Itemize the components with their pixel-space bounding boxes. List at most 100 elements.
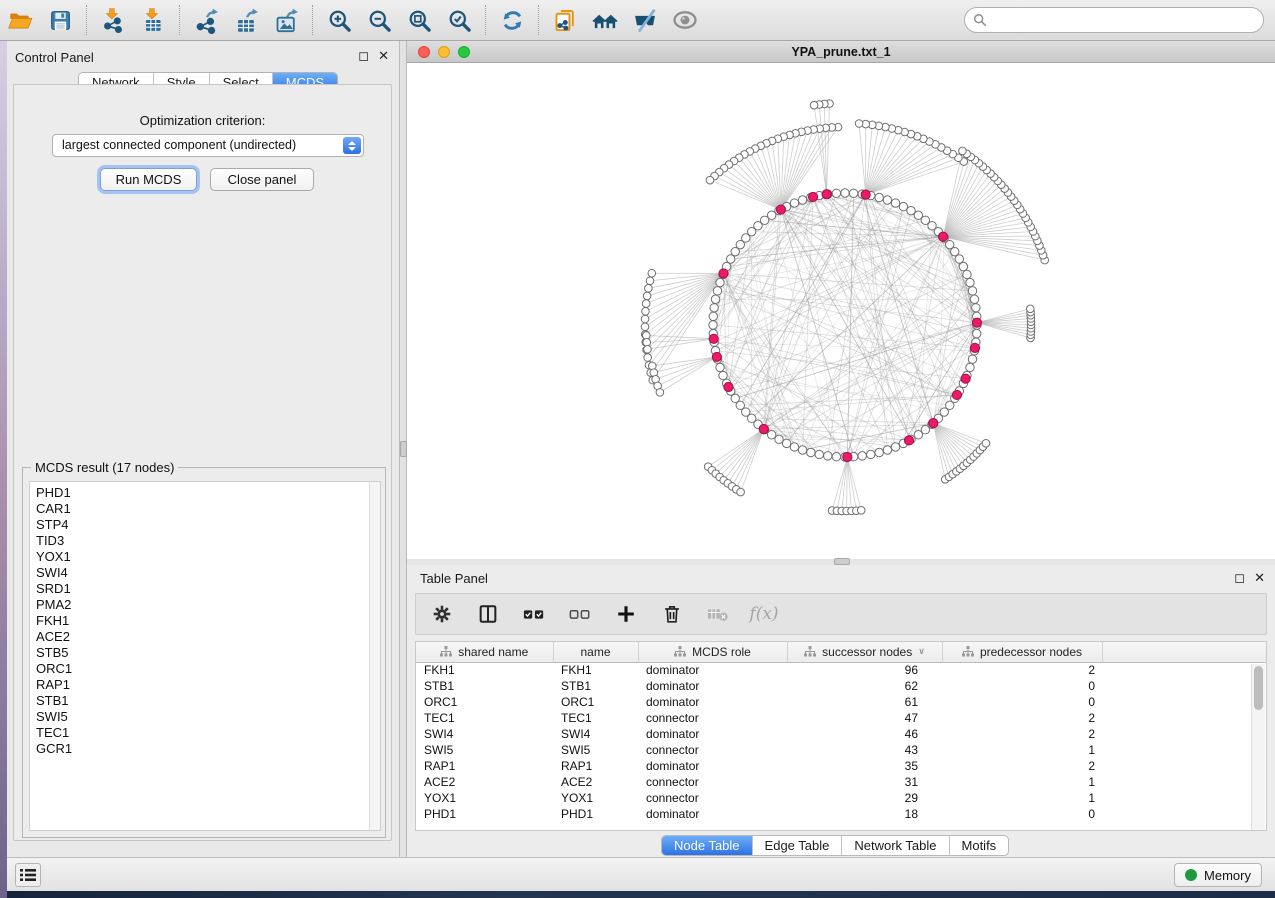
table-cell[interactable]: dominator	[638, 694, 787, 710]
network-titlebar[interactable]: YPA_prune.txt_1	[407, 41, 1275, 63]
export-network-icon[interactable]	[186, 3, 226, 37]
table-cell[interactable]: ACE2	[416, 774, 553, 790]
column-header-name[interactable]: name	[553, 642, 638, 662]
zoom-out-icon[interactable]	[359, 3, 399, 37]
run-mcds-button[interactable]: Run MCDS	[100, 168, 197, 191]
zoom-in-icon[interactable]	[319, 3, 359, 37]
mcds-result-item[interactable]: FKH1	[36, 613, 380, 629]
table-cell[interactable]: 2	[942, 662, 1102, 678]
show-display-icon[interactable]	[665, 3, 705, 37]
table-cell[interactable]: 0	[942, 678, 1102, 694]
tab-motifs[interactable]: Motifs	[950, 836, 1009, 855]
memory-button[interactable]: Memory	[1174, 863, 1262, 887]
hide-display-icon[interactable]	[625, 3, 665, 37]
mcds-result-item[interactable]: TEC1	[36, 725, 380, 741]
zoom-fit-icon[interactable]	[399, 3, 439, 37]
table-cell[interactable]: PHD1	[416, 806, 553, 822]
table-cell[interactable]: RAP1	[416, 758, 553, 774]
table-cell[interactable]: STB1	[553, 678, 638, 694]
table-cell[interactable]: 96	[787, 662, 942, 678]
search-input[interactable]	[992, 10, 1263, 30]
save-session-icon[interactable]	[40, 3, 80, 37]
import-network-icon[interactable]	[93, 3, 133, 37]
table-cell[interactable]: 62	[787, 678, 942, 694]
network-canvas[interactable]	[407, 63, 1275, 559]
column-header-shared-name[interactable]: shared name	[416, 642, 553, 662]
table-row[interactable]: PHD1PHD1dominator180	[416, 806, 1266, 822]
mcds-list-scrollbar[interactable]	[369, 482, 380, 830]
table-cell[interactable]: ACE2	[553, 774, 638, 790]
tab-network-table[interactable]: Network Table	[842, 836, 949, 855]
float-panel-icon[interactable]: ◻	[358, 49, 369, 62]
search-box[interactable]	[964, 7, 1264, 33]
mcds-result-item[interactable]: ORC1	[36, 661, 380, 677]
mcds-result-item[interactable]: TID3	[36, 533, 380, 549]
table-cell[interactable]: 47	[787, 710, 942, 726]
mcds-result-item[interactable]: STP4	[36, 517, 380, 533]
mcds-result-item[interactable]: STB5	[36, 645, 380, 661]
mcds-result-item[interactable]: CAR1	[36, 501, 380, 517]
table-row[interactable]: SWI4SWI4dominator462	[416, 726, 1266, 742]
table-row[interactable]: ORC1ORC1dominator610	[416, 694, 1266, 710]
table-cell[interactable]: RAP1	[553, 758, 638, 774]
table-cell[interactable]: SWI4	[416, 726, 553, 742]
float-panel-icon[interactable]: ◻	[1234, 571, 1245, 584]
table-cell[interactable]: 46	[787, 726, 942, 742]
table-cell[interactable]: 2	[942, 758, 1102, 774]
mcds-result-item[interactable]: STB1	[36, 693, 380, 709]
table-row[interactable]: STB1STB1dominator620	[416, 678, 1266, 694]
column-header-predecessor-nodes[interactable]: predecessor nodes	[942, 642, 1102, 662]
table-cell[interactable]: 61	[787, 694, 942, 710]
zoom-selected-icon[interactable]	[439, 3, 479, 37]
table-row[interactable]: ACE2ACE2connector311	[416, 774, 1266, 790]
vertical-splitter[interactable]	[400, 41, 407, 857]
table-cell[interactable]: TEC1	[416, 710, 553, 726]
import-table-icon[interactable]	[133, 3, 173, 37]
delete-column-icon[interactable]	[660, 601, 684, 627]
table-cell[interactable]: FKH1	[416, 662, 553, 678]
table-scrollbar[interactable]	[1251, 664, 1265, 830]
mcds-result-item[interactable]: PMA2	[36, 597, 380, 613]
tab-edge-table[interactable]: Edge Table	[753, 836, 843, 855]
table-cell[interactable]: 1	[942, 790, 1102, 806]
refresh-layout-icon[interactable]	[492, 3, 532, 37]
table-cell[interactable]: 35	[787, 758, 942, 774]
mcds-result-item[interactable]: YOX1	[36, 549, 380, 565]
table-cell[interactable]: 1	[942, 774, 1102, 790]
column-header-successor-nodes[interactable]: successor nodes ∨	[787, 642, 942, 662]
columns-icon[interactable]	[476, 601, 500, 627]
table-cell[interactable]: SWI5	[416, 742, 553, 758]
table-cell[interactable]: 43	[787, 742, 942, 758]
mcds-result-item[interactable]: PHD1	[36, 485, 380, 501]
table-cell[interactable]: 0	[942, 694, 1102, 710]
table-cell[interactable]: STB1	[416, 678, 553, 694]
table-row[interactable]: RAP1RAP1dominator352	[416, 758, 1266, 774]
table-cell[interactable]: YOX1	[416, 790, 553, 806]
table-cell[interactable]: connector	[638, 710, 787, 726]
table-cell[interactable]: TEC1	[553, 710, 638, 726]
gear-icon[interactable]	[430, 601, 454, 627]
tab-node-table[interactable]: Node Table	[662, 836, 753, 855]
table-cell[interactable]: dominator	[638, 758, 787, 774]
network-view[interactable]	[407, 63, 1275, 559]
splitter-handle[interactable]	[400, 441, 407, 457]
table-cell[interactable]: ORC1	[553, 694, 638, 710]
splitter-handle[interactable]	[834, 558, 850, 565]
table-cell[interactable]: connector	[638, 742, 787, 758]
table-cell[interactable]: connector	[638, 774, 787, 790]
table-row[interactable]: TEC1TEC1connector472	[416, 710, 1266, 726]
export-table-icon[interactable]	[226, 3, 266, 37]
export-image-icon[interactable]	[266, 3, 306, 37]
mcds-result-item[interactable]: GCR1	[36, 741, 380, 757]
table-cell[interactable]: 18	[787, 806, 942, 822]
mcds-result-item[interactable]: SRD1	[36, 581, 380, 597]
table-cell[interactable]: 1	[942, 742, 1102, 758]
table-cell[interactable]: dominator	[638, 678, 787, 694]
table-cell[interactable]: ORC1	[416, 694, 553, 710]
combo-stepper-icon[interactable]	[343, 137, 361, 154]
table-cell[interactable]: FKH1	[553, 662, 638, 678]
mcds-result-item[interactable]: SWI4	[36, 565, 380, 581]
close-panel-icon[interactable]: ✕	[378, 49, 389, 62]
task-history-button[interactable]	[15, 863, 41, 887]
close-panel-button[interactable]: Close panel	[210, 168, 314, 191]
